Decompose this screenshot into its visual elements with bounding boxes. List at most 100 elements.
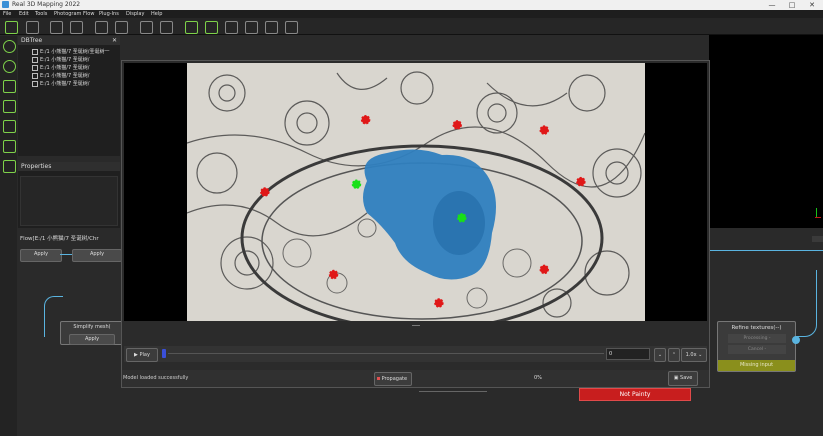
- zoom-select[interactable]: 1.0x ⌄: [681, 348, 707, 362]
- minimize-button[interactable]: —: [762, 0, 782, 10]
- properties-panel: Properties: [18, 162, 120, 228]
- simplify-apply-button[interactable]: Apply: [69, 334, 115, 345]
- step-up-button[interactable]: ⌃: [668, 348, 680, 362]
- red-marker[interactable]: [434, 298, 444, 308]
- maximize-button[interactable]: □: [782, 0, 802, 10]
- axis-x-icon: [815, 217, 821, 218]
- cube-export-icon[interactable]: [285, 21, 298, 34]
- photo-view[interactable]: [187, 63, 645, 321]
- missing-input-badge: Missing input: [718, 360, 795, 371]
- tree-item[interactable]: E:/1 小熊猫/7 圣诞树/: [32, 56, 89, 63]
- propagate-button[interactable]: Propagate: [374, 372, 412, 386]
- red-marker[interactable]: [328, 269, 339, 280]
- red-marker[interactable]: [360, 115, 371, 125]
- menu-tools[interactable]: Tools: [35, 11, 47, 17]
- green-mesh-icon[interactable]: [185, 21, 198, 34]
- link-icon[interactable]: [3, 120, 16, 133]
- not-painty-badge[interactable]: Not Painty: [579, 388, 691, 401]
- checkbox-icon[interactable]: [32, 56, 38, 63]
- menu-photogram[interactable]: Photogram: [54, 11, 81, 17]
- apply-left-button[interactable]: Apply: [20, 249, 62, 262]
- red-marker[interactable]: [539, 125, 549, 135]
- flow-connector: [709, 250, 823, 251]
- simplify-mesh-node[interactable]: Simplify mesh( Apply: [60, 321, 124, 345]
- properties-title: Properties: [21, 163, 52, 170]
- flow-connector: [60, 254, 72, 255]
- checkbox-icon[interactable]: [32, 64, 38, 71]
- menu-file[interactable]: File: [3, 11, 11, 17]
- menu-flow[interactable]: Flow: [83, 11, 94, 17]
- cloud-upload-icon[interactable]: [225, 21, 238, 34]
- add-point-icon[interactable]: [3, 160, 16, 173]
- timeline-slider-handle[interactable]: [162, 349, 166, 358]
- save-button[interactable]: ▣ Save: [668, 371, 698, 386]
- main-toolbar: [0, 18, 823, 35]
- panel-header-strip: [812, 236, 823, 242]
- move-cross-icon[interactable]: [3, 80, 16, 93]
- dialog-status-bar: Model loaded successfully Propagate 0% ▣…: [122, 370, 709, 387]
- propagate-icon: [377, 377, 380, 380]
- tree-item[interactable]: E:/1 小熊猫/7 圣诞树/圣诞树一: [32, 48, 109, 55]
- pivot-icon[interactable]: [3, 100, 16, 113]
- close-icon[interactable]: ✕: [112, 36, 117, 45]
- status-text: Model loaded successfully: [123, 375, 189, 381]
- menu-help[interactable]: Help: [151, 11, 162, 17]
- checkbox-icon[interactable]: [32, 80, 38, 87]
- red-marker[interactable]: [539, 264, 549, 275]
- calendar-icon[interactable]: [50, 21, 63, 34]
- image-edit-icon[interactable]: [115, 21, 128, 34]
- play-button[interactable]: ▶ Play: [126, 348, 158, 362]
- save-icon[interactable]: [26, 21, 39, 34]
- close-button[interactable]: ✕: [802, 0, 822, 10]
- flow-connector: [796, 270, 817, 337]
- cube-icon[interactable]: [245, 21, 258, 34]
- 3d-viewport[interactable]: [709, 35, 823, 228]
- menu-edit[interactable]: Edit: [19, 11, 29, 17]
- timeline-track[interactable]: [168, 353, 604, 354]
- dbtree-header: DBTree ✕: [18, 36, 120, 45]
- red-marker[interactable]: [576, 176, 586, 187]
- cloud-icon[interactable]: [70, 21, 83, 34]
- progress-text: 0%: [534, 375, 542, 381]
- target-icon[interactable]: [160, 21, 173, 34]
- image-canvas[interactable]: [124, 63, 707, 321]
- pin-icon[interactable]: [140, 21, 153, 34]
- title-bar: Real 3D Mapping 2022 — □ ✕: [0, 0, 823, 10]
- menu-display[interactable]: Display: [126, 11, 144, 17]
- app-logo-icon: [2, 1, 9, 8]
- tree-item[interactable]: E:/1 小熊猫/7 圣诞树/: [32, 64, 89, 71]
- zoom-region-icon[interactable]: [3, 60, 16, 73]
- checkbox-icon[interactable]: [32, 72, 38, 79]
- refine-cancel-row: Cancel -: [728, 345, 786, 354]
- flow-label: Flow[E:/1 小熊猫/7 圣诞树/Chr: [20, 236, 99, 242]
- window-title: Real 3D Mapping 2022: [12, 1, 81, 8]
- cube-plus-icon[interactable]: [265, 21, 278, 34]
- green-refresh-icon[interactable]: [205, 21, 218, 34]
- green-marker[interactable]: [351, 179, 362, 190]
- splitter-handle[interactable]: [412, 325, 420, 326]
- green-marker[interactable]: [457, 213, 467, 223]
- red-marker[interactable]: [260, 187, 270, 197]
- properties-body: [20, 176, 118, 226]
- grid-icon[interactable]: [3, 140, 16, 153]
- tree-item[interactable]: E:/1 小熊猫/7 圣诞树/: [32, 80, 89, 87]
- menu-bar: File Edit Tools Photogram Flow Plug-Ins …: [0, 10, 823, 18]
- play-icon: ▶: [134, 352, 138, 358]
- apply-right-button[interactable]: Apply: [72, 249, 122, 262]
- step-down-button[interactable]: ⌄: [654, 348, 666, 362]
- frame-input[interactable]: 0: [606, 348, 650, 360]
- marker-layer: [260, 115, 586, 308]
- red-marker[interactable]: [452, 120, 462, 130]
- checkbox-icon[interactable]: [32, 48, 38, 55]
- open-folder-icon[interactable]: [5, 21, 18, 34]
- node-edge: [419, 388, 487, 392]
- playback-bar: ▶ Play 0 ⌄ ⌃ 1.0x ⌄: [124, 346, 707, 362]
- port-icon: [792, 336, 800, 344]
- menu-plugins[interactable]: Plug-Ins: [99, 11, 119, 17]
- zoom-icon[interactable]: [3, 40, 16, 53]
- camera-path-icon[interactable]: [95, 21, 108, 34]
- refine-textures-node[interactable]: Refine textures(--) Processing - Cancel …: [717, 321, 796, 372]
- dbtree-title: DBTree: [21, 37, 43, 44]
- texture-painting-dialog: ▶ Play 0 ⌄ ⌃ 1.0x ⌄ Model loaded success…: [121, 60, 710, 388]
- tree-item[interactable]: E:/1 小熊猫/7 圣诞树/: [32, 72, 89, 79]
